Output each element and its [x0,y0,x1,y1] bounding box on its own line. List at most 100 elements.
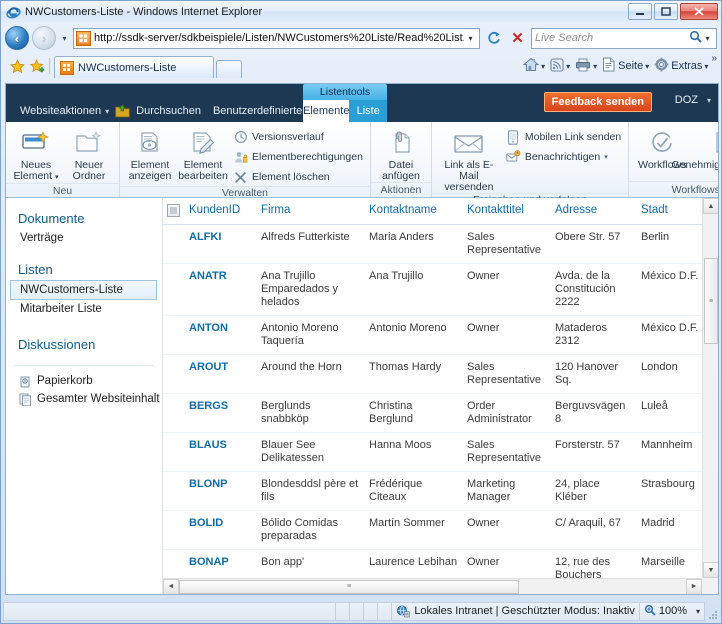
scroll-up-button[interactable]: ▲ [703,198,718,214]
item-link[interactable]: BONAP [189,556,229,568]
home-button[interactable]: ▾ [521,57,547,75]
list-horizontal-scrollbar[interactable]: ◄ ≡ ► [163,578,702,594]
page-menu-caret-icon[interactable]: ▾ [645,62,649,71]
recent-pages-caret-icon[interactable]: ▾ [59,34,70,43]
stop-button[interactable]: ✕ [507,28,528,49]
new-item-button[interactable]: Neues Element ▾ [10,125,62,183]
user-menu-caret-icon[interactable]: ▾ [707,96,711,105]
scroll-left-button[interactable]: ◄ [163,578,179,594]
column-header-kontaktname[interactable]: Kontaktname [365,198,463,225]
cell-kundenid[interactable]: BOLID [185,510,257,550]
column-header-adresse[interactable]: Adresse [551,198,637,225]
list-vertical-scrollbar[interactable]: ▲ ≡ ▼ [702,198,718,578]
select-all-checkbox-icon[interactable] [167,204,180,217]
page-menu-button[interactable]: Seite ▾ [600,57,651,75]
sidebar-item-papierkorb[interactable]: Papierkorb [6,372,162,390]
search-icon[interactable] [689,30,702,46]
column-header-kontakttitel[interactable]: Kontakttitel [463,198,551,225]
zoom-caret-icon[interactable]: ▾ [696,607,700,616]
send-mobile-link-button[interactable]: Mobilen Link senden [503,128,624,146]
scroll-right-button[interactable]: ► [686,578,702,594]
browse-tab[interactable]: Durchsuchen [130,105,207,117]
email-link-button[interactable]: Link als E-Mail versenden [436,125,502,193]
forward-button[interactable]: › [32,26,56,50]
sidebar-heading-diskussionen[interactable]: Diskussionen [6,332,162,355]
cell-kundenid[interactable]: ALFKI [185,224,257,264]
table-row[interactable]: ALFKI Alfreds Futterkiste Maria Anders Sale… [163,224,718,264]
alert-me-button[interactable]: Benachrichtigen ▾ [503,148,624,166]
browser-tab[interactable]: NWCustomers-Liste [54,56,214,78]
new-folder-button[interactable]: Neuer Ordner [63,125,115,182]
close-button[interactable] [680,3,718,20]
row-select-cell[interactable] [163,471,185,511]
attach-file-button[interactable]: Datei anfügen [375,125,427,182]
favorites-center-icon[interactable] [7,56,27,76]
back-button[interactable]: ‹ [5,26,29,50]
address-dropdown-caret-icon[interactable]: ▾ [464,34,477,43]
scroll-down-button[interactable]: ▼ [703,562,718,578]
row-select-cell[interactable] [163,510,185,550]
item-link[interactable]: BLAUS [189,439,227,451]
column-header-kundenid[interactable]: KundenID [185,198,257,225]
cell-kundenid[interactable]: ANTON [185,315,257,355]
user-menu-label[interactable]: DOZ [675,94,698,106]
cell-kundenid[interactable]: BLONP [185,471,257,511]
add-to-favorites-icon[interactable] [27,56,47,76]
column-header-stadt[interactable]: Stadt [637,198,709,225]
row-select-cell[interactable] [163,315,185,355]
row-select-cell[interactable] [163,263,185,316]
cell-kundenid[interactable]: ANATR [185,263,257,316]
delete-item-button[interactable]: Element löschen [230,168,366,186]
column-header-firma[interactable]: Firma [257,198,365,225]
print-button[interactable]: ▾ [573,57,599,75]
item-permissions-button[interactable]: Elementberechtigungen [230,148,366,166]
tools-menu-button[interactable]: Extras ▾ [652,57,710,75]
sidebar-item-gesamter-websiteinhalt[interactable]: Gesamter Websiteinhalt [6,390,162,408]
approve-reject-button[interactable]: Genehmigen/Ablehnen [672,125,718,171]
cell-kundenid[interactable]: BERGS [185,393,257,433]
horizontal-scroll-track[interactable]: ≡ [179,579,686,595]
site-actions-menu[interactable]: Websiteaktionen ▾ [14,105,115,117]
edit-item-button[interactable]: Element bearbeiten [177,125,229,182]
select-all-header[interactable] [163,198,185,225]
version-history-button[interactable]: Versionsverlauf [230,128,366,146]
minimize-button[interactable] [628,3,652,20]
feeds-button[interactable]: ▾ [548,57,572,75]
search-input[interactable]: Live Search ▾ [531,27,717,49]
table-row[interactable]: ANTON Antonio Moreno Taquería Antonio More… [163,315,718,355]
address-input[interactable]: http://ssdk-server/sdkbeispiele/Listen/N… [73,27,480,49]
table-row[interactable]: ANATR Ana Trujillo Emparedados y helados A… [163,263,718,316]
maximize-button[interactable] [654,3,678,20]
horizontal-scroll-thumb[interactable]: ≡ [179,579,519,594]
item-link[interactable]: ANTON [189,322,228,334]
sidebar-heading-dokumente[interactable]: Dokumente [6,206,162,229]
view-item-button[interactable]: Element anzeigen [124,125,176,182]
refresh-button[interactable] [483,28,504,49]
new-tab-button[interactable] [216,60,242,78]
table-row[interactable]: BOLID Bólido Comidas preparadas Martín Som… [163,510,718,550]
tab-elemente[interactable]: Elemente [303,100,350,122]
item-link[interactable]: BERGS [189,400,228,412]
security-zone-indicator[interactable]: Lokales Intranet | Geschützter Modus: In… [391,601,639,621]
table-row[interactable]: BERGS Berglunds snabbköp Christina Berglun… [163,393,718,433]
print-caret-icon[interactable]: ▾ [593,62,597,71]
table-row[interactable]: BLAUS Blauer See Delikatessen Hanna Moos Sa… [163,432,718,472]
item-link[interactable]: ANATR [189,270,227,282]
row-select-cell[interactable] [163,354,185,394]
table-row[interactable]: BLONP Blondesddsl père et fils Frédérique … [163,471,718,511]
item-link[interactable]: ALFKI [189,231,221,243]
item-link[interactable]: AROUT [189,361,228,373]
search-dropdown-caret-icon[interactable]: ▾ [702,34,713,43]
cell-kundenid[interactable]: BLAUS [185,432,257,472]
row-select-cell[interactable] [163,224,185,264]
item-link[interactable]: BOLID [189,517,223,529]
alert-me-caret-icon[interactable]: ▾ [604,153,608,161]
cell-kundenid[interactable]: AROUT [185,354,257,394]
feedback-button[interactable]: Feedback senden [543,92,652,112]
sidebar-item-nwcustomers-liste[interactable]: NWCustomers-Liste [10,280,157,300]
sidebar-heading-listen[interactable]: Listen [6,257,162,280]
row-select-cell[interactable] [163,393,185,433]
zoom-control[interactable]: 100% ▾ [638,601,705,621]
sidebar-item-mitarbeiter-liste[interactable]: Mitarbeiter Liste [6,300,162,318]
tools-menu-caret-icon[interactable]: ▾ [704,62,708,71]
